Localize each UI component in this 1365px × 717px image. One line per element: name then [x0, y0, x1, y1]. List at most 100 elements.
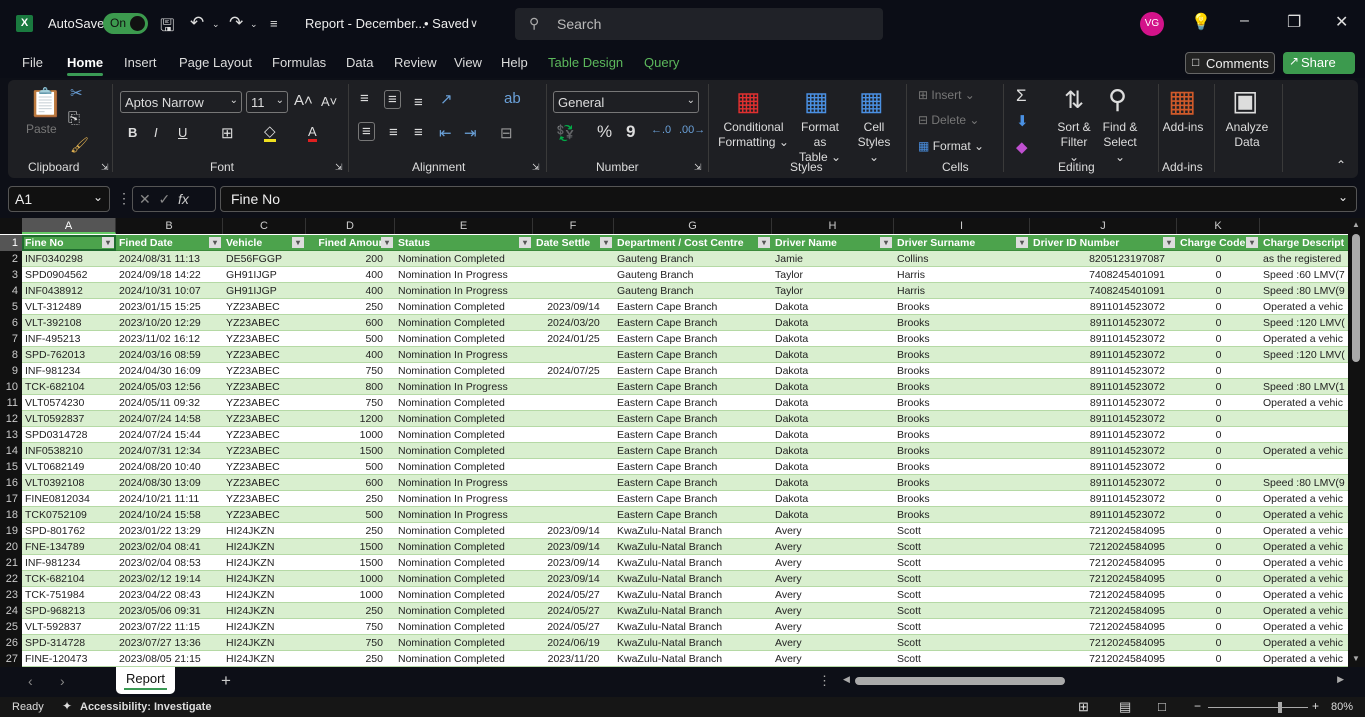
table-cell[interactable]: 8911014523072 [1030, 315, 1177, 331]
table-cell[interactable]: Brooks [894, 299, 1030, 315]
table-cell[interactable]: Speed :120 LMV( [1260, 315, 1348, 331]
table-cell[interactable]: 7212024584095 [1030, 635, 1177, 651]
table-cell[interactable]: 0 [1177, 475, 1260, 491]
table-cell[interactable]: Eastern Cape Branch [614, 507, 772, 523]
table-cell[interactable]: 0 [1177, 299, 1260, 315]
cell-styles-icon[interactable]: ▦ [859, 86, 884, 117]
row-header[interactable]: 16 [0, 475, 22, 491]
table-cell[interactable]: Nomination Completed [395, 571, 533, 587]
table-cell[interactable]: Operated a vehic [1260, 587, 1348, 603]
paste-label[interactable]: Paste [26, 122, 57, 137]
increase-font-icon[interactable]: A˄ [294, 92, 313, 109]
table-header-cell[interactable]: Driver Surname ▾ [894, 235, 1030, 251]
table-cell[interactable]: SPD-801762 [22, 523, 116, 539]
merge-center-icon[interactable]: ⊟ [500, 124, 513, 142]
table-cell[interactable]: Operated a vehic [1260, 443, 1348, 459]
scrollbar-thumb[interactable] [855, 677, 1065, 685]
table-cell[interactable]: Brooks [894, 347, 1030, 363]
table-cell[interactable]: 8911014523072 [1030, 347, 1177, 363]
decrease-font-icon[interactable]: A˅ [321, 94, 337, 109]
cancel-icon[interactable]: ✕ [139, 191, 151, 207]
italic-button[interactable]: I [154, 125, 158, 140]
table-cell[interactable]: 2024/05/27 [533, 619, 614, 635]
align-top-icon[interactable]: ≡ [360, 90, 369, 107]
tab-formulas[interactable]: Formulas [272, 55, 326, 70]
table-cell[interactable] [533, 283, 614, 299]
table-cell[interactable]: Operated a vehic [1260, 571, 1348, 587]
underline-button[interactable]: U [178, 125, 187, 140]
table-cell[interactable]: YZ23ABEC [223, 363, 306, 379]
table-cell[interactable]: 0 [1177, 395, 1260, 411]
table-cell[interactable]: 2023/11/20 [533, 651, 614, 667]
row-header[interactable]: 10 [0, 379, 22, 395]
table-cell[interactable] [1260, 411, 1348, 427]
column-header[interactable]: D [306, 218, 395, 234]
tab-help[interactable]: Help [501, 55, 528, 70]
copy-icon[interactable]: ⎘ [68, 110, 80, 127]
scrollbar-thumb[interactable] [1352, 234, 1360, 362]
table-cell[interactable]: YZ23ABEC [223, 347, 306, 363]
fill-color-icon[interactable]: ◇ [264, 124, 276, 142]
row-header[interactable]: 4 [0, 283, 22, 299]
table-cell[interactable]: Jamie [772, 251, 894, 267]
addins-button[interactable]: Add-ins [1162, 120, 1204, 135]
table-cell[interactable]: 2023/04/22 08:43 [116, 587, 223, 603]
table-cell[interactable]: INF0438912 [22, 283, 116, 299]
column-header[interactable]: A [22, 218, 116, 234]
dialog-launcher-icon[interactable]: ⇲ [532, 162, 540, 173]
tab-query[interactable]: Query [644, 55, 679, 70]
table-cell[interactable]: Taylor [772, 267, 894, 283]
table-cell[interactable]: YZ23ABEC [223, 491, 306, 507]
table-cell[interactable]: Speed :120 LMV( [1260, 347, 1348, 363]
table-cell[interactable]: 0 [1177, 267, 1260, 283]
table-cell[interactable] [533, 491, 614, 507]
table-cell[interactable]: 8911014523072 [1030, 459, 1177, 475]
table-cell[interactable]: Operated a vehic [1260, 523, 1348, 539]
align-center-icon[interactable]: ≡ [389, 124, 398, 141]
table-cell[interactable]: KwaZulu-Natal Branch [614, 539, 772, 555]
table-header-cell[interactable]: Fined Date ▾ [116, 235, 223, 251]
table-cell[interactable]: Nomination In Progress [395, 507, 533, 523]
table-cell[interactable]: Nomination In Progress [395, 283, 533, 299]
table-cell[interactable]: Eastern Cape Branch [614, 379, 772, 395]
table-cell[interactable] [533, 411, 614, 427]
zoom-level[interactable]: 80% [1331, 701, 1353, 713]
table-cell[interactable]: KwaZulu-Natal Branch [614, 523, 772, 539]
table-cell[interactable]: Operated a vehic [1260, 331, 1348, 347]
table-cell[interactable]: YZ23ABEC [223, 299, 306, 315]
table-cell[interactable]: Brooks [894, 331, 1030, 347]
table-cell[interactable]: SPD-314728 [22, 635, 116, 651]
table-cell[interactable]: Nomination Completed [395, 331, 533, 347]
scroll-left-icon[interactable]: ◀ [843, 674, 850, 685]
table-cell[interactable]: 0 [1177, 619, 1260, 635]
row-header[interactable]: 6 [0, 315, 22, 331]
table-cell[interactable]: 2023/11/02 16:12 [116, 331, 223, 347]
table-cell[interactable]: 2023/09/14 [533, 299, 614, 315]
table-cell[interactable]: SPD-762013 [22, 347, 116, 363]
addins-icon[interactable]: ▦ [1168, 84, 1196, 119]
analyze-data-icon[interactable]: ▣ [1232, 84, 1258, 117]
table-cell[interactable]: 2024/07/24 14:58 [116, 411, 223, 427]
table-cell[interactable]: INF-495213 [22, 331, 116, 347]
format-as-table-icon[interactable]: ▦ [804, 86, 829, 117]
tab-home[interactable]: Home [67, 55, 104, 76]
table-cell[interactable]: Avery [772, 571, 894, 587]
redo-dropdown-icon[interactable]: ⌄ [250, 19, 258, 30]
table-cell[interactable]: Eastern Cape Branch [614, 443, 772, 459]
table-cell[interactable]: 0 [1177, 411, 1260, 427]
table-header-cell[interactable]: Driver ID Number ▾ [1030, 235, 1177, 251]
table-cell[interactable]: Nomination Completed [395, 619, 533, 635]
table-cell[interactable]: Eastern Cape Branch [614, 299, 772, 315]
table-cell[interactable] [1260, 459, 1348, 475]
conditional-formatting-button[interactable]: Conditional Formatting ⌄ [716, 120, 791, 150]
table-cell[interactable] [533, 267, 614, 283]
table-cell[interactable]: Operated a vehic [1260, 555, 1348, 571]
table-cell[interactable]: 400 [306, 267, 395, 283]
table-cell[interactable]: Nomination Completed [395, 427, 533, 443]
table-cell[interactable]: Nomination Completed [395, 315, 533, 331]
filter-dropdown-icon[interactable]: ▾ [600, 237, 612, 248]
accessibility-status[interactable]: Accessibility: Investigate [80, 701, 211, 713]
table-cell[interactable]: 8911014523072 [1030, 363, 1177, 379]
table-cell[interactable]: 2024/01/25 [533, 331, 614, 347]
table-cell[interactable]: TCK-751984 [22, 587, 116, 603]
